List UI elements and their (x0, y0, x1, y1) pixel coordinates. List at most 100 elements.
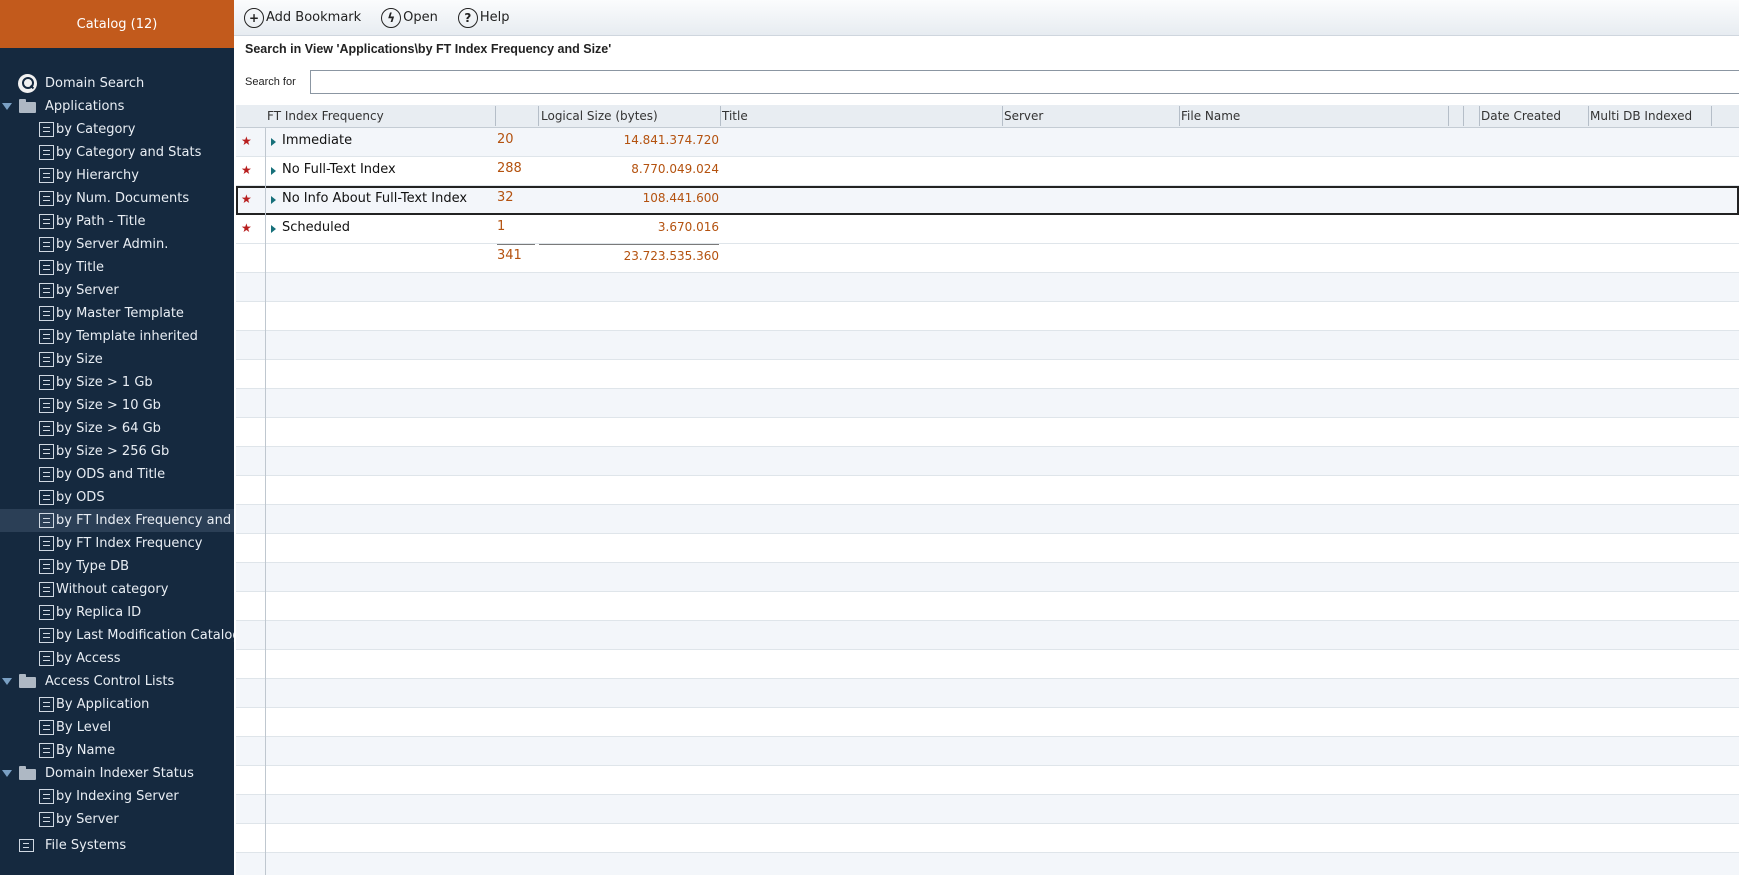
open-button[interactable]: ϟ Open (381, 7, 438, 28)
column-date-created[interactable]: Date Created (1481, 109, 1561, 123)
total-underline (539, 244, 719, 245)
sidebar-item[interactable]: by Type DB (0, 555, 234, 578)
logical-size: 3.670.016 (657, 220, 719, 234)
sidebar-item[interactable]: Domain Search (0, 72, 234, 95)
column-separator[interactable] (1588, 106, 1589, 126)
sidebar-item[interactable]: by Size > 256 Gb (0, 440, 234, 463)
column-server[interactable]: Server (1004, 109, 1043, 123)
sidebar-item[interactable]: by ODS and Title (0, 463, 234, 486)
expand-triangle-icon[interactable] (2, 103, 12, 110)
empty-row (236, 853, 1739, 875)
column-separator[interactable] (1463, 106, 1464, 126)
view-grid: FT Index Frequency Logical Size (bytes) … (236, 105, 1739, 875)
view-icon (39, 145, 54, 160)
table-row[interactable]: ★ Immediate 20 14.841.374.720 (236, 128, 1739, 157)
catalog-title: Catalog (12) (76, 16, 158, 32)
expand-twistie-icon[interactable] (271, 138, 276, 146)
column-separator[interactable] (1179, 106, 1180, 126)
sidebar-item[interactable]: By Application (0, 693, 234, 716)
sidebar-item[interactable]: File Systems (0, 834, 234, 857)
expand-twistie-icon[interactable] (271, 167, 276, 175)
table-row[interactable]: ★ Scheduled 1 3.670.016 (236, 215, 1739, 244)
expand-twistie-icon[interactable] (271, 225, 276, 233)
star-icon: ★ (241, 163, 252, 177)
add-bookmark-button[interactable]: + Add Bookmark (244, 7, 361, 28)
sidebar-item-label: by Template inherited (56, 329, 198, 344)
sidebar-item-label: Domain Search (45, 76, 145, 91)
empty-row (236, 679, 1739, 708)
expand-twistie-icon[interactable] (271, 196, 276, 204)
empty-row (236, 795, 1739, 824)
help-label: Help (479, 10, 510, 25)
table-row[interactable]: ★ No Full-Text Index 288 8.770.049.024 (236, 157, 1739, 186)
sidebar-item[interactable]: by Path - Title (0, 210, 234, 233)
sidebar-item-label: by Size > 64 Gb (56, 421, 161, 436)
sidebar-item[interactable]: by Server (0, 808, 234, 831)
column-separator[interactable] (495, 106, 496, 126)
sidebar-item-label: by Path - Title (56, 214, 146, 229)
empty-row (236, 708, 1739, 737)
column-separator[interactable] (1479, 106, 1480, 126)
sidebar-item[interactable]: by Master Template (0, 302, 234, 325)
sidebar-item[interactable]: By Level (0, 716, 234, 739)
view-icon (39, 651, 54, 666)
file-systems-icon (19, 839, 34, 852)
column-file-name[interactable]: File Name (1181, 109, 1240, 123)
search-input[interactable] (310, 70, 1739, 94)
sidebar-item-label: Applications (45, 99, 125, 114)
column-ft-index-frequency[interactable]: FT Index Frequency (267, 109, 384, 123)
empty-row (236, 302, 1739, 331)
table-row[interactable]: ★ No Info About Full-Text Index 32 108.441.… (236, 186, 1739, 215)
column-separator[interactable] (1711, 106, 1712, 126)
column-separator[interactable] (720, 106, 721, 126)
sidebar-item[interactable]: by Title (0, 256, 234, 279)
sidebar-item[interactable]: Without category (0, 578, 234, 601)
sidebar-item[interactable]: Access Control Lists (0, 670, 234, 693)
nav-tree: Domain Search Applications by Category by C… (0, 72, 234, 857)
view-icon (39, 490, 54, 505)
column-logical-size[interactable]: Logical Size (bytes) (541, 109, 658, 123)
total-size: 23.723.535.360 (623, 249, 719, 263)
column-multi-db-indexed[interactable]: Multi DB Indexed (1590, 109, 1692, 123)
sidebar-item[interactable]: by Category (0, 118, 234, 141)
sidebar-item[interactable]: by ODS (0, 486, 234, 509)
main-panel: + Add Bookmark ϟ Open ? Help Search in V… (234, 0, 1739, 875)
sidebar-item[interactable]: By Name (0, 739, 234, 762)
view-icon (39, 237, 54, 252)
sidebar-item[interactable]: by FT Index Frequency (0, 532, 234, 555)
sidebar-item[interactable]: by Size (0, 348, 234, 371)
sidebar-item[interactable]: by FT Index Frequency and Siz (0, 509, 234, 532)
column-separator[interactable] (1448, 106, 1449, 126)
sidebar-item-label: by Num. Documents (56, 191, 190, 206)
sidebar-item[interactable]: by Category and Stats (0, 141, 234, 164)
sidebar-item[interactable]: by Template inherited (0, 325, 234, 348)
sidebar-item[interactable]: by Num. Documents (0, 187, 234, 210)
sidebar-item[interactable]: by Replica ID (0, 601, 234, 624)
sidebar-item[interactable]: by Indexing Server (0, 785, 234, 808)
sidebar-item[interactable]: by Server (0, 279, 234, 302)
sidebar-item[interactable]: by Hierarchy (0, 164, 234, 187)
total-row: 341 23.723.535.360 (236, 244, 1739, 273)
total-underline (497, 244, 535, 245)
column-separator[interactable] (1002, 106, 1003, 126)
expand-triangle-icon[interactable] (2, 770, 12, 777)
sidebar-item[interactable]: by Server Admin. (0, 233, 234, 256)
sidebar-item-label: Domain Indexer Status (45, 766, 194, 781)
sidebar-item[interactable]: Applications (0, 95, 234, 118)
column-title[interactable]: Title (722, 109, 748, 123)
sidebar-item[interactable]: Domain Indexer Status (0, 762, 234, 785)
sidebar-item[interactable]: by Access (0, 647, 234, 670)
empty-row (236, 273, 1739, 302)
expand-triangle-icon[interactable] (2, 678, 12, 685)
catalog-header[interactable]: Catalog (12) (0, 0, 234, 48)
view-icon (39, 168, 54, 183)
total-count: 341 (497, 248, 522, 263)
view-icon (39, 306, 54, 321)
help-button[interactable]: ? Help (457, 7, 510, 28)
sidebar-item[interactable]: by Size > 64 Gb (0, 417, 234, 440)
sidebar-item[interactable]: by Last Modification Catalog (0, 624, 234, 647)
empty-row (236, 592, 1739, 621)
sidebar-item[interactable]: by Size > 1 Gb (0, 371, 234, 394)
sidebar-item[interactable]: by Size > 10 Gb (0, 394, 234, 417)
column-separator[interactable] (538, 106, 539, 126)
